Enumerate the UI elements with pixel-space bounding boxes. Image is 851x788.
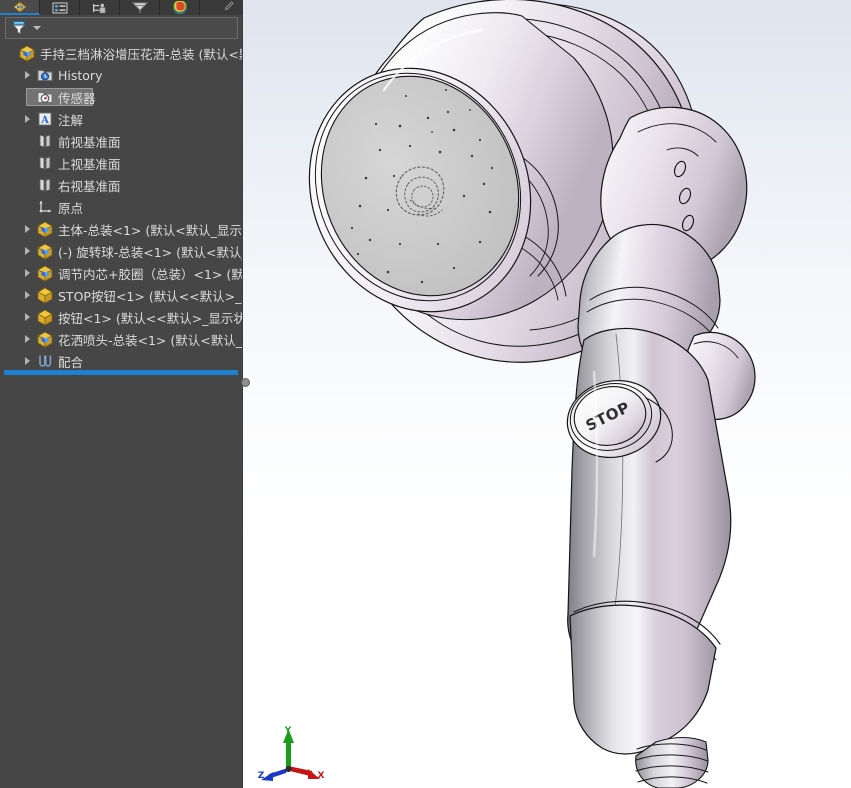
tree-item-mates[interactable]: 配合	[0, 350, 242, 370]
tree-item-label: STOP按钮<1> (默认<<默认>_显示	[58, 288, 242, 304]
assembly-icon	[36, 264, 54, 282]
sensors-icon	[36, 88, 54, 106]
tree-item-annotations[interactable]: A 注解	[0, 108, 242, 130]
tree-item-label: 调节内芯+胶圈（总装）<1> (默认<	[58, 266, 242, 282]
tree-item-label: 配合	[58, 354, 84, 370]
tree-item-label: 花洒喷头-总装<1> (默认<默认_显示	[58, 332, 242, 348]
tree-item-label: 原点	[58, 200, 84, 216]
tree-item-history[interactable]: History	[0, 64, 242, 86]
tree-item-label: (-) 旋转球-总装<1> (默认<默认_显	[58, 244, 242, 260]
shower-head-model[interactable]: STOP	[242, 0, 851, 788]
feature-manager-panel: 手持三档淋浴增压花洒-总装 (默认<默认 History 传感器 A 注解前视基准面上…	[0, 0, 242, 788]
tree-item-main-body-assembly[interactable]: 主体-总装<1> (默认<默认_显示状态	[0, 218, 242, 240]
triad-z-axis: Z	[258, 768, 288, 781]
assembly-icon	[36, 242, 54, 260]
feature-tree-list[interactable]: 手持三档淋浴增压花洒-总装 (默认<默认 History 传感器 A 注解前视基准面上…	[0, 42, 242, 370]
tree-item-label: 上视基准面	[58, 156, 121, 172]
expand-arrow-icon[interactable]	[18, 108, 36, 130]
tree-item-label: 传感器	[58, 90, 96, 106]
tree-root-spacer	[0, 42, 18, 64]
tree-item-origin[interactable]: 原点	[0, 196, 242, 218]
solidworks-window: STOP Y X Z 手持三档淋浴增压花洒-总装 (默认<默认 History …	[0, 0, 851, 788]
assembly-icon	[18, 44, 36, 62]
panel-resize-grip[interactable]	[241, 378, 250, 387]
tree-item-front-plane[interactable]: 前视基准面	[0, 130, 242, 152]
plane-icon	[36, 154, 54, 172]
plane-icon	[36, 132, 54, 150]
tree-item-adjust-core-assembly[interactable]: 调节内芯+胶圈（总装）<1> (默认<	[0, 262, 242, 284]
origin-icon	[36, 198, 54, 216]
expand-arrow-icon[interactable]	[18, 64, 36, 86]
tree-row-spacer	[18, 174, 36, 196]
feature-tree-icon	[12, 0, 28, 13]
dimxpert-icon	[131, 1, 149, 14]
triad-y-axis: Y	[283, 726, 294, 769]
pencil-icon	[223, 0, 235, 15]
assembly-icon	[36, 220, 54, 238]
svg-text:X: X	[318, 771, 325, 781]
feature-manager-tab[interactable]	[0, 0, 40, 15]
svg-text:Y: Y	[284, 726, 292, 736]
tree-item-label: 主体-总装<1> (默认<默认_显示状态	[58, 222, 242, 238]
tree-row-spacer	[18, 196, 36, 218]
display-manager-tab[interactable]	[160, 0, 200, 15]
expand-arrow-icon[interactable]	[18, 218, 36, 240]
filter-funnel-icon	[11, 20, 29, 36]
tree-item-button-part[interactable]: 按钮<1> (默认<<默认>_显示状态	[0, 306, 242, 328]
tree-row-spacer	[18, 130, 36, 152]
tree-item-stop-button-part[interactable]: STOP按钮<1> (默认<<默认>_显示	[0, 284, 242, 306]
history-icon	[36, 66, 54, 84]
feature-tree-rows: History 传感器 A 注解前视基准面上视基准面右视基准面原点主体-总装<1> (…	[0, 64, 242, 370]
svg-text:A: A	[40, 115, 49, 126]
tree-item-right-plane[interactable]: 右视基准面	[0, 174, 242, 196]
tree-item-rotating-ball-assembly[interactable]: (-) 旋转球-总装<1> (默认<默认_显	[0, 240, 242, 262]
expand-arrow-icon[interactable]	[18, 328, 36, 350]
assembly-icon	[36, 330, 54, 348]
tree-item-label: 右视基准面	[58, 178, 121, 194]
expand-arrow-icon[interactable]	[18, 350, 36, 370]
dimxpert-manager-tab[interactable]	[120, 0, 160, 15]
panel-right-border	[242, 0, 243, 788]
tree-filter-input[interactable]	[45, 18, 237, 38]
appearances-palette-icon	[172, 1, 188, 14]
expand-arrow-icon[interactable]	[18, 284, 36, 306]
triad-origin	[285, 766, 292, 772]
coordinate-triad: Y X Z	[258, 725, 328, 785]
annotations-icon: A	[36, 110, 54, 128]
tree-item-top-plane[interactable]: 上视基准面	[0, 152, 242, 174]
property-manager-tab[interactable]	[40, 0, 80, 15]
handle-lower-taper	[569, 604, 717, 755]
chevron-down-icon[interactable]	[33, 26, 41, 30]
plane-icon	[36, 176, 54, 194]
configuration-manager-tab[interactable]	[80, 0, 120, 15]
mates-icon	[36, 352, 54, 370]
manager-tab-strip	[0, 0, 242, 15]
tree-item-label: 前视基准面	[58, 134, 121, 150]
tree-filter-bar[interactable]	[5, 17, 238, 39]
tree-item-root-assembly[interactable]: 手持三档淋浴增压花洒-总装 (默认<默认	[0, 42, 242, 64]
tab-overflow-area[interactable]	[200, 0, 242, 15]
expand-arrow-icon[interactable]	[18, 240, 36, 262]
configuration-manager-icon	[92, 2, 108, 14]
expand-arrow-icon[interactable]	[18, 306, 36, 328]
tree-splitter-bar[interactable]	[4, 370, 238, 375]
tree-item-label: 注解	[58, 112, 84, 128]
tree-row-spacer	[18, 152, 36, 174]
part-icon	[36, 286, 54, 304]
tree-item-label: 手持三档淋浴增压花洒-总装 (默认<默认	[40, 46, 242, 62]
tree-item-label: 按钮<1> (默认<<默认>_显示状态	[58, 310, 242, 326]
part-icon	[36, 308, 54, 326]
triad-x-axis: X	[288, 766, 325, 781]
property-manager-icon	[52, 2, 68, 14]
tree-item-shower-nozzle-assembly[interactable]: 花洒喷头-总装<1> (默认<默认_显示	[0, 328, 242, 350]
svg-text:Z: Z	[258, 771, 265, 781]
tree-item-sensors[interactable]: 传感器	[0, 86, 242, 108]
tree-item-label: History	[58, 67, 103, 83]
expand-arrow-icon[interactable]	[18, 262, 36, 284]
